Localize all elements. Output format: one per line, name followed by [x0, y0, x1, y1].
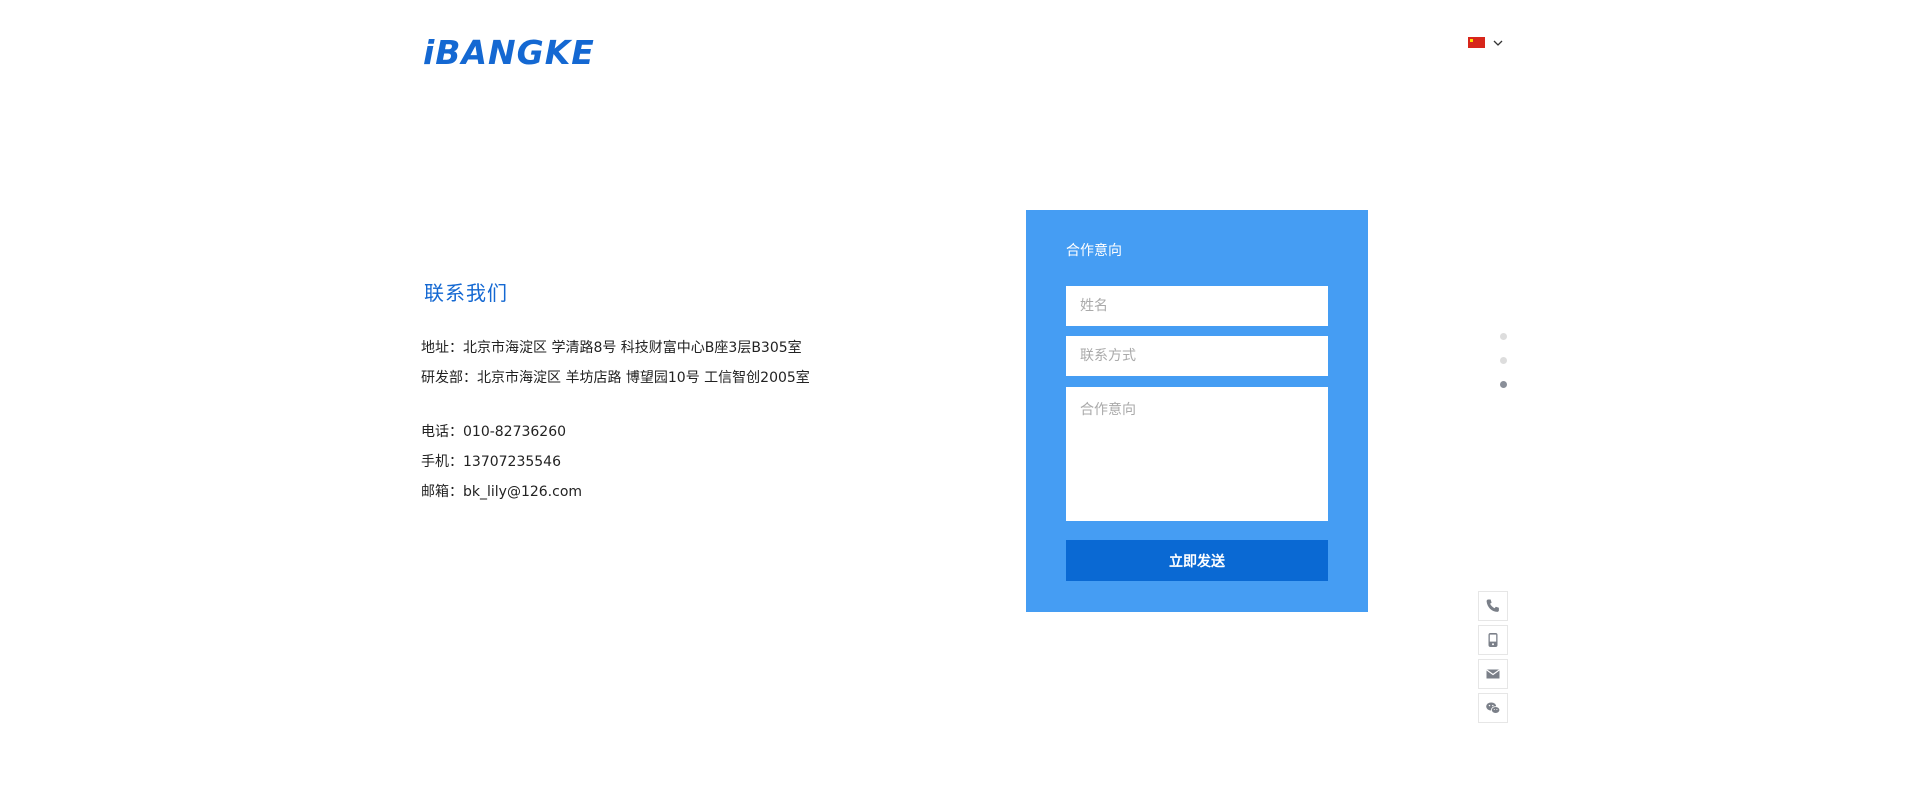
address-line: 地址：北京市海淀区 学清路8号 科技财富中心B座3层B305室 [421, 340, 802, 356]
rnd-address-line: 研发部：北京市海淀区 羊坊店路 博望园10号 工信智创2005室 [421, 370, 810, 386]
mail-button[interactable] [1478, 659, 1508, 689]
mail-icon [1486, 669, 1500, 679]
mobile-line: 手机：13707235546 [421, 454, 561, 470]
phone-line: 电话：010-82736260 [421, 424, 567, 440]
submit-button[interactable]: 立即发送 [1066, 540, 1328, 581]
page-dot-1[interactable] [1500, 333, 1507, 340]
side-toolbar [1478, 591, 1508, 723]
form-title: 合作意向 [1066, 243, 1122, 259]
china-flag-icon [1468, 37, 1485, 48]
mobile-button[interactable] [1478, 625, 1508, 655]
mobile-icon [1488, 633, 1498, 647]
intent-textarea[interactable] [1066, 387, 1328, 521]
wechat-icon [1486, 702, 1501, 714]
name-input[interactable] [1066, 286, 1328, 326]
phone-icon [1486, 599, 1499, 612]
page: iBANGKE 联系我们 地址：北京市海淀区 学清路8号 科技财富中心B座3层B… [0, 0, 1920, 800]
contact-input[interactable] [1066, 336, 1328, 376]
cooperation-form: 合作意向 立即发送 [1026, 210, 1368, 612]
wechat-button[interactable] [1478, 693, 1508, 723]
contact-title: 联系我们 [424, 281, 508, 305]
language-switcher[interactable] [1468, 37, 1503, 48]
page-dot-3[interactable] [1500, 381, 1507, 388]
page-dot-2[interactable] [1500, 357, 1507, 364]
page-dots [1500, 333, 1507, 388]
logo[interactable]: iBANGKE [423, 36, 595, 69]
chevron-down-icon [1493, 40, 1503, 46]
phone-button[interactable] [1478, 591, 1508, 621]
email-line: 邮箱：bk_lily@126.com [421, 484, 583, 500]
